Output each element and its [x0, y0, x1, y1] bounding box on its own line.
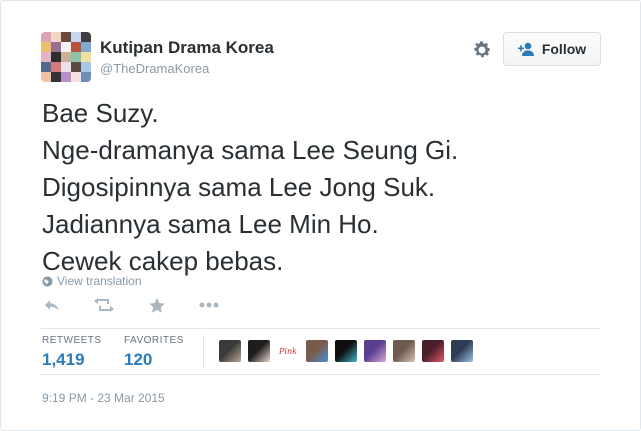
- gear-icon[interactable]: [471, 39, 493, 61]
- tweet-line: Nge-dramanya sama Lee Seung Gi.: [42, 135, 459, 165]
- favorites-count: 120: [124, 350, 153, 369]
- favoriter-avatar[interactable]: [422, 340, 444, 362]
- favoriter-avatar[interactable]: [306, 340, 328, 362]
- view-translation-link[interactable]: View translation: [42, 274, 142, 288]
- favoriter-avatar[interactable]: [335, 340, 357, 362]
- globe-icon: [42, 275, 53, 287]
- view-translation-label: View translation: [57, 274, 142, 288]
- favoriter-avatar[interactable]: [393, 340, 415, 362]
- divider: [41, 328, 601, 329]
- stats-divider: [203, 335, 204, 368]
- more-icon[interactable]: [199, 302, 219, 308]
- add-user-icon: [517, 42, 534, 56]
- retweet-icon[interactable]: [94, 298, 114, 312]
- divider: [41, 374, 601, 375]
- tweet-line: Digosipinnya sama Lee Jong Suk.: [42, 172, 436, 202]
- favoriter-avatar[interactable]: [451, 340, 473, 362]
- favoriter-avatars: Pink: [219, 340, 473, 362]
- tweet-card: Kutipan Drama Korea @TheDramaKorea Follo…: [0, 0, 641, 431]
- author-name[interactable]: Kutipan Drama Korea: [100, 38, 274, 58]
- retweets-count: 1,419: [42, 350, 85, 369]
- follow-label: Follow: [541, 41, 587, 57]
- favoriter-avatar[interactable]: Pink: [277, 340, 299, 362]
- retweets-stat[interactable]: RETWEETS 1,419: [42, 335, 102, 370]
- tweet-line: Bae Suzy.: [42, 98, 159, 128]
- tweet-line: Jadiannya sama Lee Min Ho.: [42, 209, 379, 239]
- retweets-label: RETWEETS: [42, 335, 102, 346]
- tweet-text: Bae Suzy. Nge-dramanya sama Lee Seung Gi…: [42, 95, 612, 280]
- favorites-label: FAVORITES: [124, 335, 184, 346]
- favoriter-avatar[interactable]: [219, 340, 241, 362]
- favoriter-avatar[interactable]: [364, 340, 386, 362]
- favorites-stat[interactable]: FAVORITES 120: [124, 335, 184, 370]
- avatar[interactable]: [41, 32, 91, 82]
- follow-button[interactable]: Follow: [503, 32, 601, 66]
- favorite-icon[interactable]: [149, 298, 165, 313]
- author-handle[interactable]: @TheDramaKorea: [100, 61, 209, 76]
- tweet-timestamp[interactable]: 9:19 PM - 23 Mar 2015: [42, 391, 165, 405]
- favoriter-avatar[interactable]: [248, 340, 270, 362]
- favoriter-avatar-text: Pink: [279, 346, 297, 356]
- reply-icon[interactable]: [44, 298, 60, 312]
